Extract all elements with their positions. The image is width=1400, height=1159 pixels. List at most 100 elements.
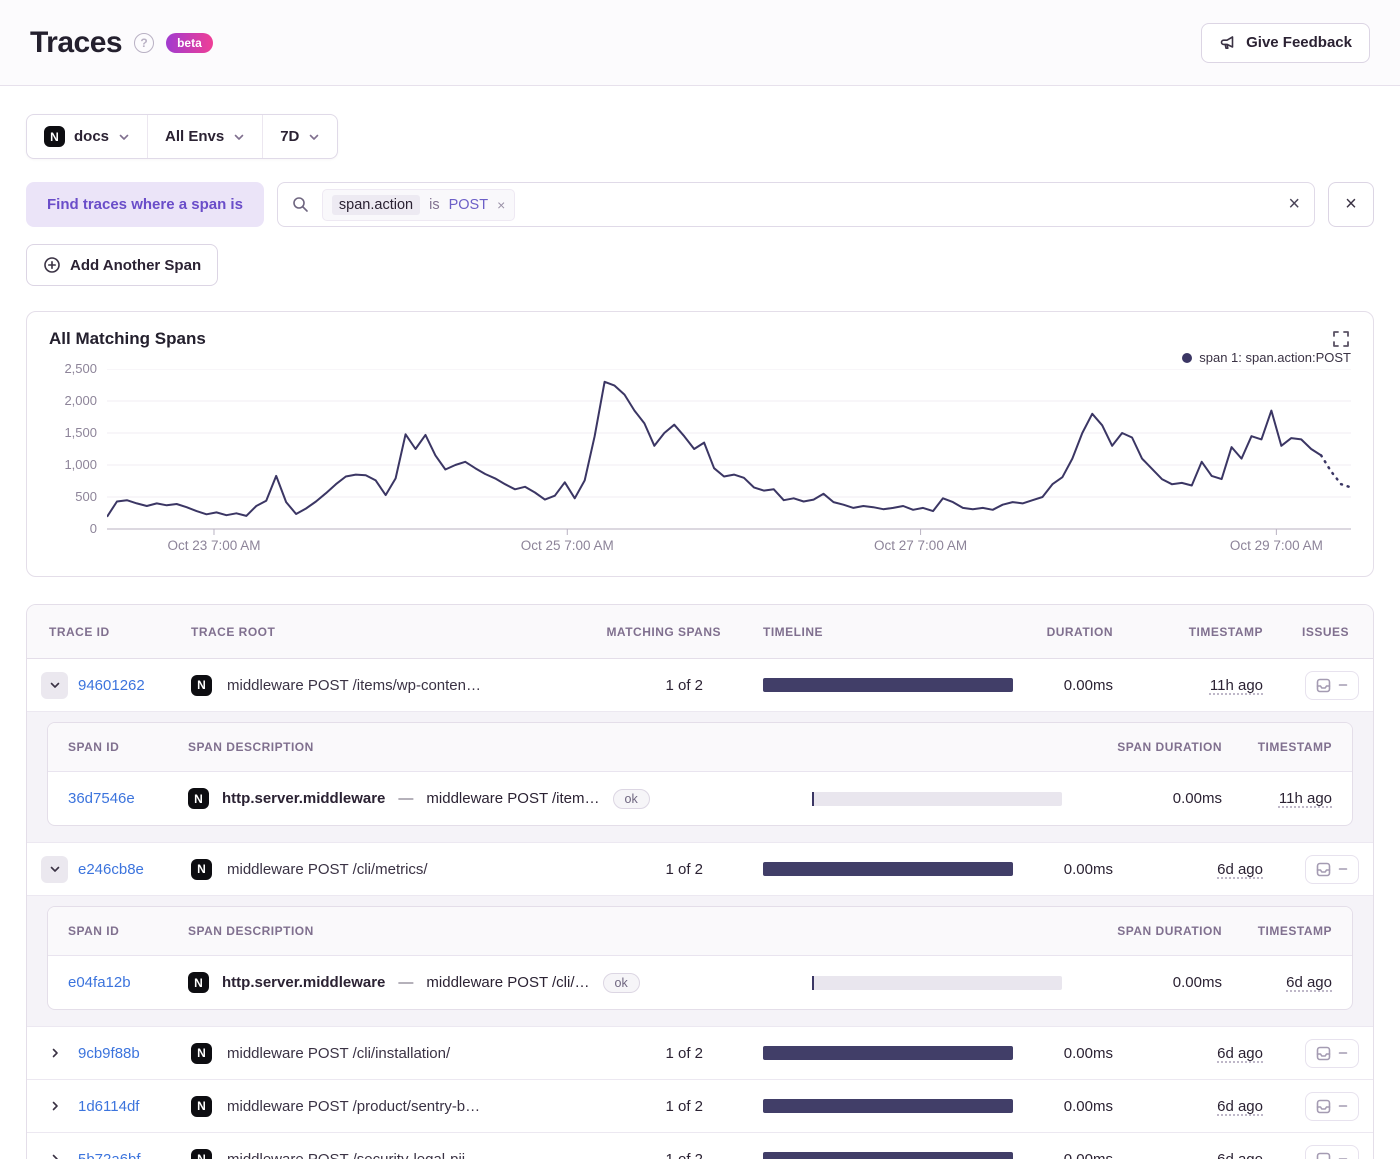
trace-timestamp[interactable]: 6d ago [1217, 1098, 1263, 1115]
span-operation: http.server.middleware [222, 974, 386, 991]
filter-token-operator[interactable]: is [429, 197, 439, 213]
col-span-duration: SPAN DURATION [1117, 924, 1222, 938]
col-span-timestamp: TIMESTAMP [1257, 924, 1332, 938]
issues-button[interactable] [1305, 1144, 1359, 1159]
nextjs-platform-icon: N [191, 674, 212, 696]
expand-row-button[interactable] [41, 1040, 68, 1067]
issues-button[interactable] [1305, 1038, 1359, 1068]
collapse-row-button[interactable] [41, 671, 68, 699]
col-trace-root: TRACE ROOT [191, 624, 276, 639]
trace-timestamp[interactable]: 11h ago [1210, 677, 1263, 694]
expand-row-button[interactable] [41, 1093, 68, 1120]
trace-duration: 0.00ms [1063, 1044, 1113, 1062]
give-feedback-label: Give Feedback [1246, 34, 1352, 51]
span-description: middleware POST /cli/… [426, 974, 590, 991]
legend-item[interactable]: span 1: span.action:POST [1182, 350, 1351, 365]
matching-spans-count: 1 of 2 [665, 676, 703, 694]
table-row[interactable]: 1d6114df N middleware POST /product/sent… [27, 1080, 1373, 1133]
filter-token-key[interactable]: span.action [331, 194, 421, 215]
span-duration: 0.00ms [1172, 790, 1222, 807]
y-axis-label: 500 [75, 489, 97, 504]
spans-header-row: SPAN ID SPAN DESCRIPTION SPAN DURATION T… [48, 907, 1352, 956]
col-span-description: SPAN DESCRIPTION [188, 740, 314, 754]
nextjs-project-icon: N [44, 126, 65, 147]
trace-timestamp[interactable]: 6d ago [1217, 1151, 1263, 1159]
give-feedback-button[interactable]: Give Feedback [1201, 22, 1370, 63]
span-timestamp[interactable]: 6d ago [1286, 974, 1332, 991]
col-span-description: SPAN DESCRIPTION [188, 924, 314, 938]
timeline-bar[interactable] [763, 1152, 1013, 1159]
issue-tray-icon [1316, 1099, 1331, 1113]
chevron-down-icon [118, 131, 130, 143]
dash-icon [1338, 1158, 1348, 1159]
trace-id-link[interactable]: e246cb8e [78, 861, 144, 878]
megaphone-icon [1219, 34, 1237, 52]
page-header: Traces ? beta Give Feedback [0, 0, 1400, 86]
table-row[interactable]: e246cb8e N middleware POST /cli/metrics/… [27, 843, 1373, 896]
issue-tray-icon [1316, 1046, 1331, 1060]
span-timeline-bar[interactable] [812, 791, 1062, 806]
timeline-bar[interactable] [763, 1099, 1013, 1113]
x-axis-label: Oct 23 7:00 AM [167, 538, 261, 553]
span-row[interactable]: 36d7546e N http.server.middleware — midd… [48, 772, 1352, 825]
add-another-span-label: Add Another Span [70, 256, 202, 274]
table-row[interactable]: 5b72a6bf N middleware POST /security-leg… [27, 1133, 1373, 1159]
filter-token[interactable]: span.action is POST × [321, 188, 516, 221]
remove-token-icon[interactable]: × [497, 198, 505, 212]
chart-y-axis: 2,500 2,000 1,500 1,000 500 0 [49, 361, 107, 536]
project-selector[interactable]: N docs [27, 115, 149, 158]
environment-selector[interactable]: All Envs [148, 115, 264, 158]
span-timeline-bar[interactable] [812, 975, 1062, 990]
span-id-link[interactable]: 36d7546e [68, 790, 135, 807]
nextjs-platform-icon: N [191, 1042, 212, 1064]
legend-label: span 1: span.action:POST [1199, 350, 1351, 365]
remove-span-filter-button[interactable]: × [1328, 182, 1374, 227]
help-icon[interactable]: ? [134, 32, 155, 53]
trace-root-label: middleware POST /cli/metrics/ [227, 860, 428, 878]
clear-search-button[interactable]: × [1288, 193, 1300, 216]
span-row[interactable]: e04fa12b N http.server.middleware — midd… [48, 956, 1352, 1009]
matching-spans-count: 1 of 2 [665, 1044, 703, 1062]
spans-subtable: SPAN ID SPAN DESCRIPTION SPAN DURATION T… [47, 722, 1353, 826]
table-row[interactable]: 94601262 N middleware POST /items/wp-con… [27, 659, 1373, 712]
collapse-row-button[interactable] [41, 855, 68, 883]
trace-id-link[interactable]: 94601262 [78, 677, 145, 694]
trace-timestamp[interactable]: 6d ago [1217, 861, 1263, 878]
separator: — [398, 974, 414, 991]
separator: — [398, 790, 414, 807]
span-search-row: Find traces where a span is span.action … [26, 182, 1374, 227]
trace-duration: 0.00ms [1063, 1097, 1113, 1115]
timeline-bar[interactable] [763, 862, 1013, 876]
span-operation: http.server.middleware [222, 790, 386, 807]
trace-timestamp[interactable]: 6d ago [1217, 1045, 1263, 1062]
timeline-bar[interactable] [763, 678, 1013, 692]
table-row[interactable]: 9cb9f88b N middleware POST /cli/installa… [27, 1027, 1373, 1080]
nextjs-platform-icon: N [188, 788, 209, 809]
fullscreen-icon[interactable] [1331, 329, 1351, 352]
issues-button[interactable] [1305, 670, 1359, 700]
issues-button[interactable] [1305, 854, 1359, 884]
timeline-bar[interactable] [763, 1046, 1013, 1060]
issue-tray-icon [1316, 1152, 1331, 1159]
trace-root-label: middleware POST /security-legal-pii… [227, 1150, 481, 1159]
span-search-input[interactable]: span.action is POST × × [276, 182, 1315, 227]
filter-token-value[interactable]: POST [449, 197, 488, 213]
issue-tray-icon [1316, 678, 1331, 692]
expand-row-button[interactable] [41, 1146, 68, 1159]
dash-icon [1338, 1052, 1348, 1054]
trace-id-link[interactable]: 9cb9f88b [78, 1045, 140, 1062]
date-range-selector[interactable]: 7D [263, 115, 337, 158]
traces-table: TRACE ID TRACE ROOT MATCHING SPANS TIMEL… [26, 604, 1374, 1159]
y-axis-label: 1,500 [64, 425, 97, 440]
add-another-span-button[interactable]: Add Another Span [26, 244, 219, 286]
y-axis-label: 2,000 [64, 393, 97, 408]
trace-id-link[interactable]: 1d6114df [78, 1098, 139, 1115]
dash-icon [1338, 684, 1348, 686]
trace-id-link[interactable]: 5b72a6bf [78, 1151, 141, 1159]
dash-icon [1338, 868, 1348, 870]
issues-button[interactable] [1305, 1091, 1359, 1121]
x-axis-label: Oct 27 7:00 AM [874, 538, 968, 553]
span-duration: 0.00ms [1172, 974, 1222, 991]
span-timestamp[interactable]: 11h ago [1279, 790, 1332, 807]
span-id-link[interactable]: e04fa12b [68, 974, 131, 991]
